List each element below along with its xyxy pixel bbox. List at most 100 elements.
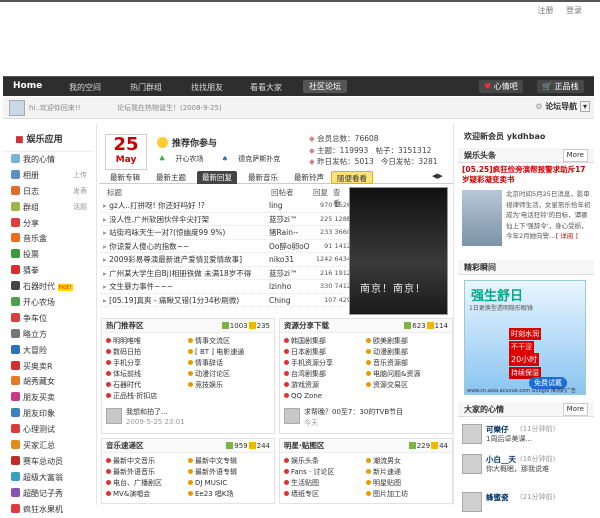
sidebar-item[interactable]: 买奥卖R (3, 359, 93, 375)
thread-title[interactable]: ▸ 广州某大学生自Bj)相册铁做 未满18岁不得 (103, 267, 269, 281)
sidebar-item[interactable]: 超级大富翁 (3, 470, 93, 486)
box-title[interactable]: 热门推荐区 (106, 321, 144, 330)
forum-link[interactable]: 竞技娱乐 (188, 380, 270, 391)
forum-link[interactable]: 体坛前线 (106, 369, 188, 380)
nav-find-friends[interactable]: 找找朋友 (191, 82, 223, 93)
sidebar-item[interactable]: 日志 发表 (3, 184, 93, 200)
sidebar-item[interactable]: 相册 上传 (3, 168, 93, 184)
sidebar-item[interactable]: 我的心情 (3, 152, 93, 168)
thread-title[interactable]: ▸ 2009彩易尊演最新谁产爱情][爱情故事] (103, 253, 269, 267)
forum-link[interactable]: 最新外语专辑 (188, 467, 270, 478)
last-post-avatar[interactable] (106, 408, 122, 424)
sidebar-item[interactable]: 心理测试 (3, 422, 93, 438)
forum-link[interactable]: 电台、广播剧区 (106, 478, 188, 489)
forum-link[interactable]: 手机分享 (106, 358, 188, 369)
thread-author[interactable]: Ching (269, 294, 317, 308)
last-post-text[interactable]: 求帮晚？00至7：30的TVB节目 (304, 407, 403, 417)
sidebar-item[interactable]: 胡秀藏女 (3, 374, 93, 390)
forum-link[interactable]: QQ Zone (284, 391, 366, 402)
forum-link[interactable]: 图片加工坊 (366, 489, 448, 500)
home-logo[interactable]: Home (13, 81, 42, 91)
sidebar-item-action[interactable]: 发表 (73, 184, 87, 200)
forum-link[interactable]: 音乐资源部 (366, 358, 448, 369)
forum-link[interactable]: 韩国剧集部 (284, 336, 366, 347)
nav-look-everyone[interactable]: 看看大家 (250, 82, 282, 93)
forum-link[interactable]: 手机资源分享 (284, 358, 366, 369)
forum-link[interactable]: 台湾剧集部 (284, 369, 366, 380)
sidebar-item[interactable]: 超酷记子秀 (3, 486, 93, 502)
sidebar-item[interactable]: 赛车总动员 (3, 454, 93, 470)
last-post-text[interactable]: 我想和拍了... (126, 407, 168, 417)
thread-author[interactable]: niko31 (269, 253, 317, 267)
forum-link[interactable]: [ BT ] 电影速通 (188, 347, 270, 358)
thread-title[interactable]: ▸ 站街鸡咏天生一对?(惊幽度99 9%) (103, 226, 269, 240)
headline-link[interactable]: [05.25]疯狂俭旁演帮报警求助斥17岁疑彩凝变卖书 (462, 165, 592, 185)
forum-link[interactable]: MV&演唱会 (106, 489, 188, 500)
thread-title[interactable]: ▸ 你谅爱人傻心的指数~~ (103, 240, 269, 254)
tab-random[interactable]: 随便看看 (331, 171, 373, 184)
notice-text[interactable]: 论坛我在热物诞生！(2008-9-25) (117, 103, 222, 113)
forum-link[interactable]: 数码日拍 (106, 347, 188, 358)
sidebar-item[interactable]: 疯狂水果机 (3, 502, 93, 518)
sidebar-item[interactable]: 买家汇总 (3, 438, 93, 454)
mood-button[interactable]: ♥ 心情吧 (479, 80, 523, 93)
forum-link[interactable]: Fans · 讨论区 (284, 467, 366, 478)
thread-author[interactable]: 蓝莎zi™ (269, 267, 317, 281)
forum-link[interactable]: 情事辞话 (188, 358, 270, 369)
tab-albums[interactable]: 最新专辑 (105, 171, 145, 184)
box-title[interactable]: 明星·贴图区 (284, 441, 324, 450)
nav-forum[interactable]: 社区论坛 (303, 80, 347, 93)
headline-image[interactable] (462, 190, 502, 246)
forum-link[interactable]: 最新外语音乐 (106, 467, 188, 478)
forum-link[interactable]: 最新中文专辑 (188, 456, 270, 467)
sidebar-item[interactable]: 音乐盒 (3, 231, 93, 247)
forum-link[interactable]: 欧美剧集部 (366, 336, 448, 347)
user-avatar[interactable] (9, 100, 25, 116)
forum-link[interactable]: 新片速递 (366, 467, 448, 478)
forum-link[interactable]: 潮流男女 (366, 456, 448, 467)
last-post-avatar[interactable] (284, 408, 300, 424)
poker-link[interactable]: ♠ 德克萨斯扑克 (222, 155, 289, 163)
sidebar-item[interactable]: 群组 话题 (3, 200, 93, 216)
tab-music[interactable]: 最新音乐 (243, 171, 283, 184)
sidebar-item-action[interactable]: 上传 (73, 168, 87, 184)
forum-link[interactable]: 情事交流区 (188, 336, 270, 347)
forum-link[interactable]: 墙纸专区 (284, 489, 366, 500)
sidebar-item[interactable]: 开心农场 (3, 295, 93, 311)
thread-author[interactable]: ling (269, 199, 317, 213)
forum-link[interactable]: 资源交易区 (366, 380, 448, 391)
movie-poster-image[interactable]: 南京！南京！ (349, 187, 448, 315)
advertisement-banner[interactable]: 强生舒日 1日更换型透明隐形眼镜 时刻水润 不干涩 20小时 持续保湿 免费试戴… (464, 280, 586, 395)
sidebar-item[interactable]: 石器时代 Hot! (3, 279, 93, 295)
sidebar-item[interactable]: 大冒险 (3, 343, 93, 359)
shop-button[interactable]: 🛒 正品栈 (537, 80, 584, 93)
forum-link[interactable]: 日本剧集部 (284, 347, 366, 358)
thread-author[interactable]: Oo醉o卵oO (269, 240, 317, 254)
forum-link[interactable]: 石器时代 (106, 380, 188, 391)
welcome-member[interactable]: 欢迎新会员 ykdhbao (458, 124, 594, 142)
sidebar-item[interactable]: 分享 (3, 216, 93, 232)
forum-nav-dropdown[interactable]: ⚙ 论坛导航 ▾ (535, 101, 590, 112)
forum-link[interactable]: 明明唯唯 (106, 336, 188, 347)
forum-link[interactable]: 电脑问题&资源 (366, 369, 448, 380)
mood-user[interactable]: 蜂蜜瓷 (486, 492, 509, 503)
forum-link[interactable]: 生活贴图 (284, 478, 366, 489)
thread-author[interactable]: 猪Rain-- (269, 226, 317, 240)
sidebar-item[interactable]: 朋友印象 (3, 406, 93, 422)
thread-title[interactable]: ▸ [05.19]真爽 - 痛瞅又错(1分34秒刷微) (103, 294, 269, 308)
forum-link[interactable]: 最新中文音乐 (106, 456, 188, 467)
forum-link[interactable]: Ee23 唱K场 (188, 489, 270, 500)
sidebar-item-action[interactable]: 话题 (73, 200, 87, 216)
mood-avatar[interactable] (462, 424, 482, 444)
forum-link[interactable]: 游戏资源 (284, 380, 366, 391)
forum-link[interactable]: 动漫剧集部 (366, 347, 448, 358)
forum-link[interactable]: DJ MUSIC (188, 478, 270, 489)
sidebar-item[interactable]: 略立方 (3, 327, 93, 343)
tab-replies[interactable]: 最新回复 (197, 171, 237, 184)
sidebar-item[interactable]: 朋友买卖 (3, 390, 93, 406)
tab-ringtones[interactable]: 最新铃声 (289, 171, 329, 184)
mood-avatar[interactable] (462, 492, 482, 512)
thread-author[interactable]: lzinho (269, 280, 317, 294)
register-link[interactable]: 注册 (537, 6, 553, 15)
mood-avatar[interactable] (462, 454, 482, 474)
